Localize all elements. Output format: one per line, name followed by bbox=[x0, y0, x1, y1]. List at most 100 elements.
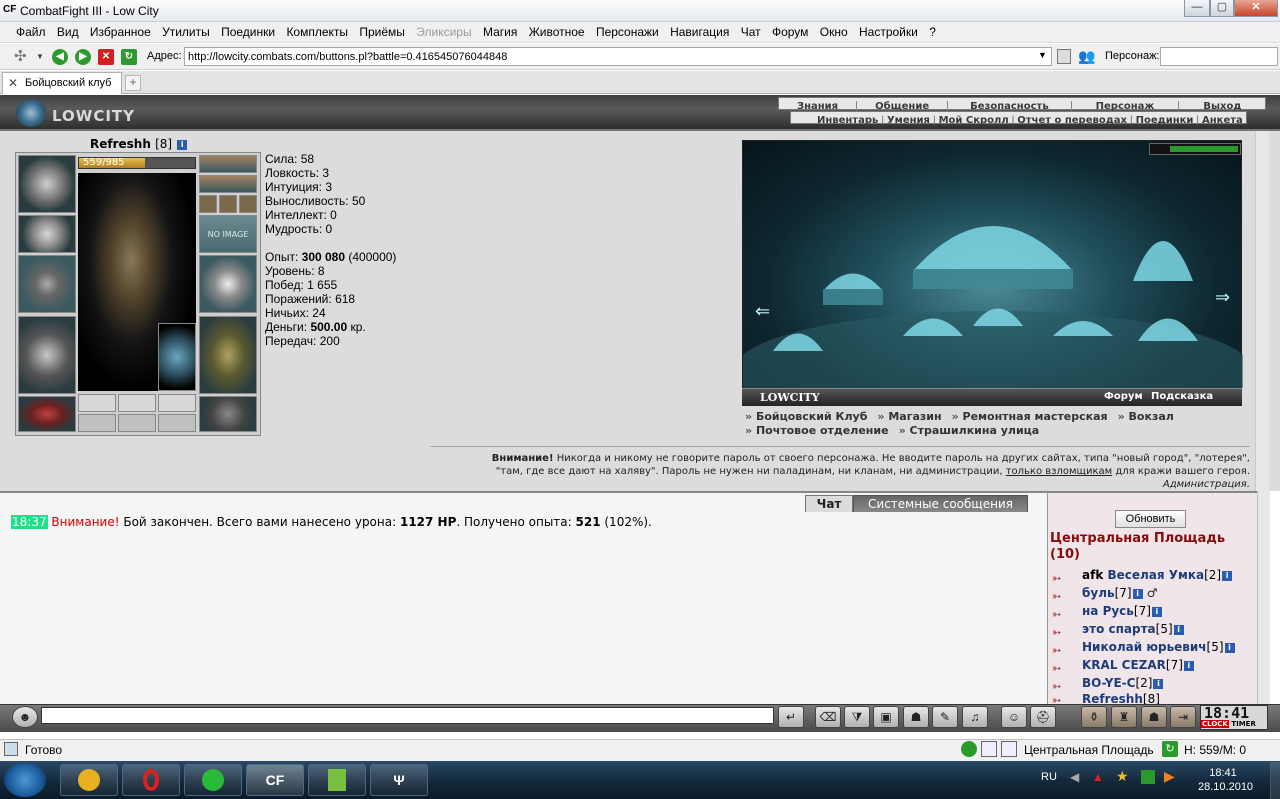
amulet-slot[interactable] bbox=[199, 175, 257, 193]
bag-icon[interactable]: ⚱ bbox=[1081, 706, 1107, 728]
leggings-slot[interactable] bbox=[199, 316, 257, 394]
persona-select[interactable] bbox=[1160, 47, 1278, 66]
menu-utilities[interactable]: Утилиты bbox=[158, 22, 214, 40]
chat-time[interactable]: 18:37 bbox=[11, 515, 48, 529]
task-network-icon[interactable] bbox=[184, 764, 242, 796]
pin-icon[interactable]: ✣ bbox=[14, 47, 27, 65]
tray-star-icon[interactable]: ★ bbox=[1116, 768, 1129, 785]
doc-icon[interactable] bbox=[981, 741, 997, 757]
weapon-slot[interactable] bbox=[18, 255, 76, 313]
nav-inventory[interactable]: Инвентарь bbox=[791, 115, 881, 127]
tray-play-icon[interactable]: ▶ bbox=[1164, 768, 1175, 785]
inventory-icon[interactable]: ♜ bbox=[1111, 706, 1137, 728]
nav-transfer-report[interactable]: Отчет о переводах bbox=[1014, 115, 1130, 127]
close-tab-icon[interactable]: ✕ bbox=[8, 76, 18, 90]
group-icon[interactable]: ☗ bbox=[1141, 706, 1167, 728]
menu-fights[interactable]: Поединки bbox=[217, 22, 279, 40]
belt-slot[interactable] bbox=[18, 396, 76, 432]
helmet-icon[interactable]: ⛑ bbox=[1030, 706, 1056, 728]
sound-icon[interactable]: ♫ bbox=[962, 706, 988, 728]
user-row[interactable]: ➳ Николай юрьевич[5] i bbox=[1052, 638, 1235, 657]
menu-window[interactable]: Окно bbox=[816, 22, 852, 40]
menu-chat[interactable]: Чат bbox=[737, 22, 765, 40]
task-opera-icon[interactable] bbox=[122, 764, 180, 796]
ring-right-2[interactable] bbox=[219, 195, 237, 213]
private-message-icon[interactable]: ➳ bbox=[1052, 660, 1074, 675]
stop-icon[interactable]: ✕ bbox=[98, 49, 114, 65]
helmet-slot[interactable] bbox=[18, 155, 76, 213]
address-input[interactable] bbox=[184, 47, 1052, 66]
city-help-link[interactable]: Подсказка bbox=[1151, 391, 1213, 402]
close-button[interactable]: ✕ bbox=[1234, 0, 1278, 17]
earring-slot[interactable] bbox=[199, 155, 257, 173]
menu-techniques[interactable]: Приёмы bbox=[355, 22, 409, 40]
sync-icon[interactable]: ↻ bbox=[1162, 741, 1178, 757]
forward-icon[interactable]: ▶ bbox=[75, 49, 91, 65]
menu-help[interactable]: ? bbox=[925, 22, 940, 40]
users-icon[interactable]: 👥 bbox=[1078, 48, 1095, 65]
arrow-left-icon[interactable]: ⇐ bbox=[755, 301, 770, 322]
task-psi-icon[interactable]: Ψ bbox=[370, 764, 428, 796]
shield-slot[interactable] bbox=[199, 255, 257, 313]
info-icon[interactable]: i bbox=[1222, 570, 1233, 581]
menu-forum[interactable]: Форум bbox=[768, 22, 812, 40]
tray-clock[interactable]: 18:41 28.10.2010 bbox=[1198, 766, 1253, 794]
link-fight-club[interactable]: Бойцовский Клуб bbox=[745, 410, 867, 424]
link-repair[interactable]: Ремонтная мастерская bbox=[952, 410, 1108, 424]
private-message-icon[interactable]: ➳ bbox=[1052, 624, 1074, 639]
task-combatfight[interactable]: CF bbox=[246, 764, 304, 796]
user-row[interactable]: ➳ afk Веселая Умка[2] i bbox=[1052, 566, 1233, 585]
minimize-button[interactable]: — bbox=[1184, 0, 1210, 17]
list-icon[interactable] bbox=[1001, 741, 1017, 757]
menu-favorites[interactable]: Избранное bbox=[86, 22, 155, 40]
fighter-icon[interactable]: ☗ bbox=[903, 706, 929, 728]
character-name[interactable]: Refreshh [8] i bbox=[90, 137, 188, 151]
nav-my-scroll[interactable]: Мой Скролл bbox=[936, 115, 1012, 127]
link-scary-street[interactable]: Страшилкина улица bbox=[899, 424, 1040, 438]
menu-view[interactable]: Вид bbox=[53, 22, 83, 40]
ring-slot-2[interactable] bbox=[118, 394, 156, 412]
arrow-right-icon[interactable]: ⇒ bbox=[1215, 287, 1230, 308]
menu-characters[interactable]: Персонажи bbox=[592, 22, 663, 40]
info-icon[interactable]: i bbox=[1132, 588, 1143, 599]
new-tab-button[interactable]: + bbox=[125, 75, 141, 91]
info-icon[interactable]: i bbox=[177, 139, 188, 150]
link-shop[interactable]: Магазин bbox=[877, 410, 941, 424]
content-scrollbar[interactable] bbox=[1255, 131, 1269, 491]
tab-system-messages[interactable]: Системные сообщения bbox=[853, 495, 1028, 512]
private-message-icon[interactable]: ➳ bbox=[1052, 642, 1074, 657]
tray-app-icon[interactable] bbox=[1141, 770, 1155, 784]
user-row[interactable]: ➳ BO-YE-C[2] i bbox=[1052, 674, 1164, 693]
ring-slot-1[interactable] bbox=[78, 394, 116, 412]
link-post-office[interactable]: Почтовое отделение bbox=[745, 424, 889, 438]
menu-animal[interactable]: Животное bbox=[525, 22, 589, 40]
menu-navigation[interactable]: Навигация bbox=[666, 22, 733, 40]
info-icon[interactable]: i bbox=[1173, 624, 1184, 635]
private-message-icon[interactable]: ➳ bbox=[1052, 606, 1074, 621]
tray-expand-icon[interactable]: ◀ bbox=[1070, 770, 1079, 784]
no-image-slot[interactable]: NO IMAGE bbox=[199, 215, 257, 253]
user-row[interactable]: ➳ KRAL CEZAR[7] i bbox=[1052, 656, 1194, 675]
nav-profile[interactable]: Анкета bbox=[1199, 115, 1246, 127]
maximize-button[interactable]: ▢ bbox=[1210, 0, 1234, 17]
warning-link[interactable]: только взломщикам bbox=[1006, 466, 1112, 477]
menu-file[interactable]: Файл bbox=[12, 22, 50, 40]
city-view[interactable]: ⇐ ⇒ bbox=[742, 140, 1243, 406]
back-icon[interactable]: ◀ bbox=[52, 49, 68, 65]
task-game-icon[interactable] bbox=[60, 764, 118, 796]
link-station[interactable]: Вокзал bbox=[1118, 410, 1174, 424]
exit-icon[interactable]: ⇥ bbox=[1170, 706, 1196, 728]
address-dropdown-icon[interactable]: ▼ bbox=[1038, 50, 1047, 60]
save-log-icon[interactable]: ▣ bbox=[873, 706, 899, 728]
info-icon[interactable]: i bbox=[1183, 660, 1194, 671]
private-message-icon[interactable]: ➳ bbox=[1052, 588, 1074, 603]
refresh-button[interactable]: Обновить bbox=[1115, 510, 1186, 528]
online-status-icon[interactable] bbox=[961, 741, 977, 757]
clear-icon[interactable]: ⌫ bbox=[815, 706, 841, 728]
ring-right-3[interactable] bbox=[239, 195, 257, 213]
online-scrollbar[interactable] bbox=[1257, 491, 1270, 704]
menu-magic[interactable]: Магия bbox=[479, 22, 521, 40]
user-row[interactable]: ➳ это спарта[5] i bbox=[1052, 620, 1184, 639]
private-icon[interactable]: ✎ bbox=[932, 706, 958, 728]
tab-chat[interactable]: Чат bbox=[805, 495, 853, 512]
